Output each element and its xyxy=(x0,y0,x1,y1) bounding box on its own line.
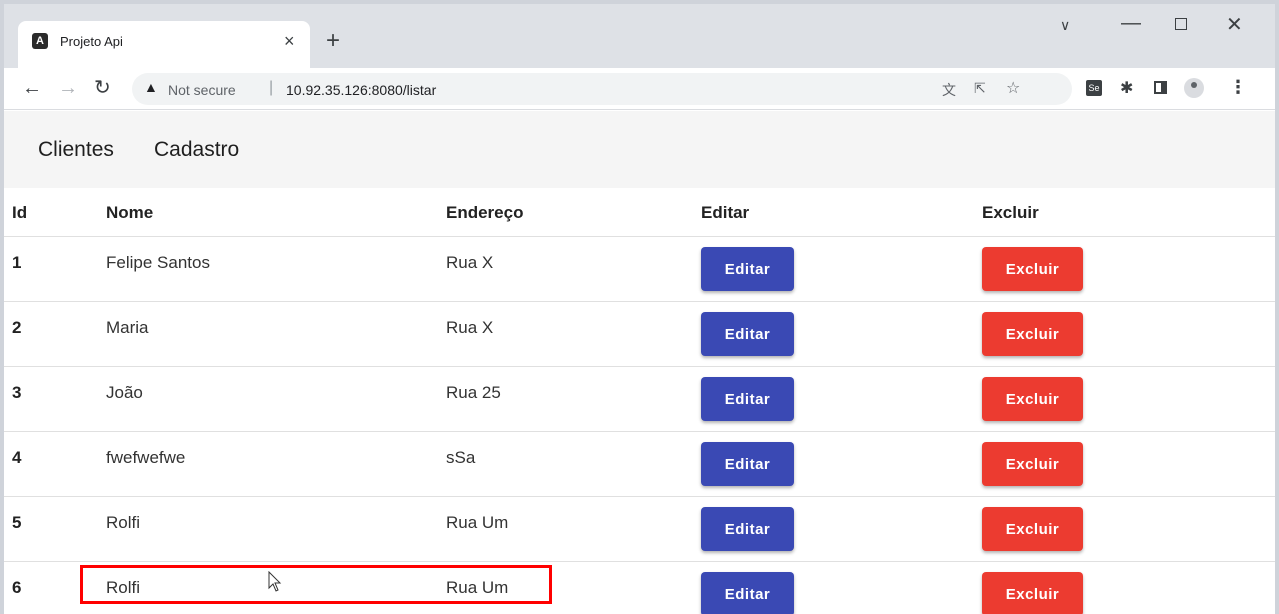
tab-title: Projeto Api xyxy=(60,34,123,49)
edit-button[interactable]: Editar xyxy=(701,572,794,614)
row-nome: Felipe Santos xyxy=(106,253,210,272)
row-nome: fwefwefwe xyxy=(106,448,186,467)
nav-clientes-link[interactable]: Clientes xyxy=(38,138,114,162)
translate-icon[interactable]: 文 xyxy=(942,80,956,100)
security-label[interactable]: Not secure xyxy=(168,82,236,98)
side-panel-icon[interactable] xyxy=(1154,81,1167,94)
profile-avatar-icon[interactable] xyxy=(1184,78,1204,98)
edit-button[interactable]: Editar xyxy=(701,507,794,551)
more-menu-icon[interactable]: ⋮ xyxy=(1229,77,1247,98)
maximize-icon[interactable] xyxy=(1175,18,1187,30)
delete-button[interactable]: Excluir xyxy=(982,507,1083,551)
table-row: 3 João Rua 25 Editar Excluir xyxy=(4,367,1275,432)
row-id: 1 xyxy=(12,253,22,272)
app-navbar: Clientes Cadastro xyxy=(4,111,1275,188)
header-endereco: Endereço xyxy=(446,203,524,222)
row-endereco: Rua 25 xyxy=(446,383,501,402)
chevron-down-icon[interactable]: ∨ xyxy=(1060,17,1070,34)
row-endereco: Rua Um xyxy=(446,513,509,532)
row-id: 5 xyxy=(12,513,22,532)
clients-table: Id Nome Endereço Editar Excluir 1 Felipe… xyxy=(4,188,1275,614)
edit-button[interactable]: Editar xyxy=(701,377,794,421)
header-id: Id xyxy=(12,203,28,222)
row-id: 3 xyxy=(12,383,22,402)
table-row: 2 Maria Rua X Editar Excluir xyxy=(4,302,1275,367)
new-tab-icon[interactable]: + xyxy=(326,29,340,53)
row-id: 2 xyxy=(12,318,22,337)
row-nome: Maria xyxy=(106,318,149,337)
share-icon[interactable]: ⇱ xyxy=(974,80,986,97)
table-row: 4 fwefwefwe sSa Editar Excluir xyxy=(4,432,1275,497)
close-window-icon[interactable]: ✕ xyxy=(1226,12,1243,37)
delete-button[interactable]: Excluir xyxy=(982,377,1083,421)
row-endereco: Rua X xyxy=(446,253,494,272)
delete-button[interactable]: Excluir xyxy=(982,312,1083,356)
row-nome: João xyxy=(106,383,143,402)
edit-button[interactable]: Editar xyxy=(701,442,794,486)
selenium-extension-icon[interactable]: Se xyxy=(1086,80,1102,96)
url-text[interactable]: 10.92.35.126:8080/listar xyxy=(286,82,436,98)
row-id: 6 xyxy=(12,578,22,597)
extensions-puzzle-icon[interactable]: ✱ xyxy=(1120,78,1133,98)
table-row: 5 Rolfi Rua Um Editar Excluir xyxy=(4,497,1275,562)
row-endereco: sSa xyxy=(446,448,476,467)
nav-cadastro-link[interactable]: Cadastro xyxy=(154,138,239,162)
delete-button[interactable]: Excluir xyxy=(982,247,1083,291)
table-header-row: Id Nome Endereço Editar Excluir xyxy=(4,188,1275,237)
header-excluir: Excluir xyxy=(982,203,1039,222)
mouse-cursor-icon xyxy=(268,571,282,592)
table-row: 1 Felipe Santos Rua X Editar Excluir xyxy=(4,237,1275,302)
tab-strip: A Projeto Api × + ∨ — ✕ xyxy=(4,4,1275,68)
delete-button[interactable]: Excluir xyxy=(982,442,1083,486)
delete-button[interactable]: Excluir xyxy=(982,572,1083,614)
browser-window: A Projeto Api × + ∨ — ✕ ← → ↻ ▲ Not secu… xyxy=(4,4,1275,614)
forward-arrow-icon[interactable]: → xyxy=(58,77,78,99)
header-nome: Nome xyxy=(106,203,154,222)
bookmark-star-icon[interactable]: ☆ xyxy=(1006,78,1020,98)
address-toolbar: ← → ↻ ▲ Not secure | 10.92.35.126:8080/l… xyxy=(4,68,1275,110)
address-bar[interactable]: ▲ Not secure | 10.92.35.126:8080/listar … xyxy=(132,73,1072,105)
warning-icon[interactable]: ▲ xyxy=(144,79,158,95)
edit-button[interactable]: Editar xyxy=(701,247,794,291)
highlight-box xyxy=(80,565,552,604)
edit-button[interactable]: Editar xyxy=(701,312,794,356)
row-endereco: Rua X xyxy=(446,318,494,337)
back-arrow-icon[interactable]: ← xyxy=(22,77,42,99)
minimize-icon[interactable]: — xyxy=(1121,12,1141,35)
angular-icon: A xyxy=(32,33,48,49)
header-editar: Editar xyxy=(701,203,750,222)
row-nome: Rolfi xyxy=(106,513,141,532)
browser-tab[interactable]: A Projeto Api × xyxy=(18,21,310,68)
url-separator: | xyxy=(269,79,274,96)
close-tab-icon[interactable]: × xyxy=(284,30,295,52)
reload-icon[interactable]: ↻ xyxy=(94,77,111,99)
row-id: 4 xyxy=(12,448,22,467)
